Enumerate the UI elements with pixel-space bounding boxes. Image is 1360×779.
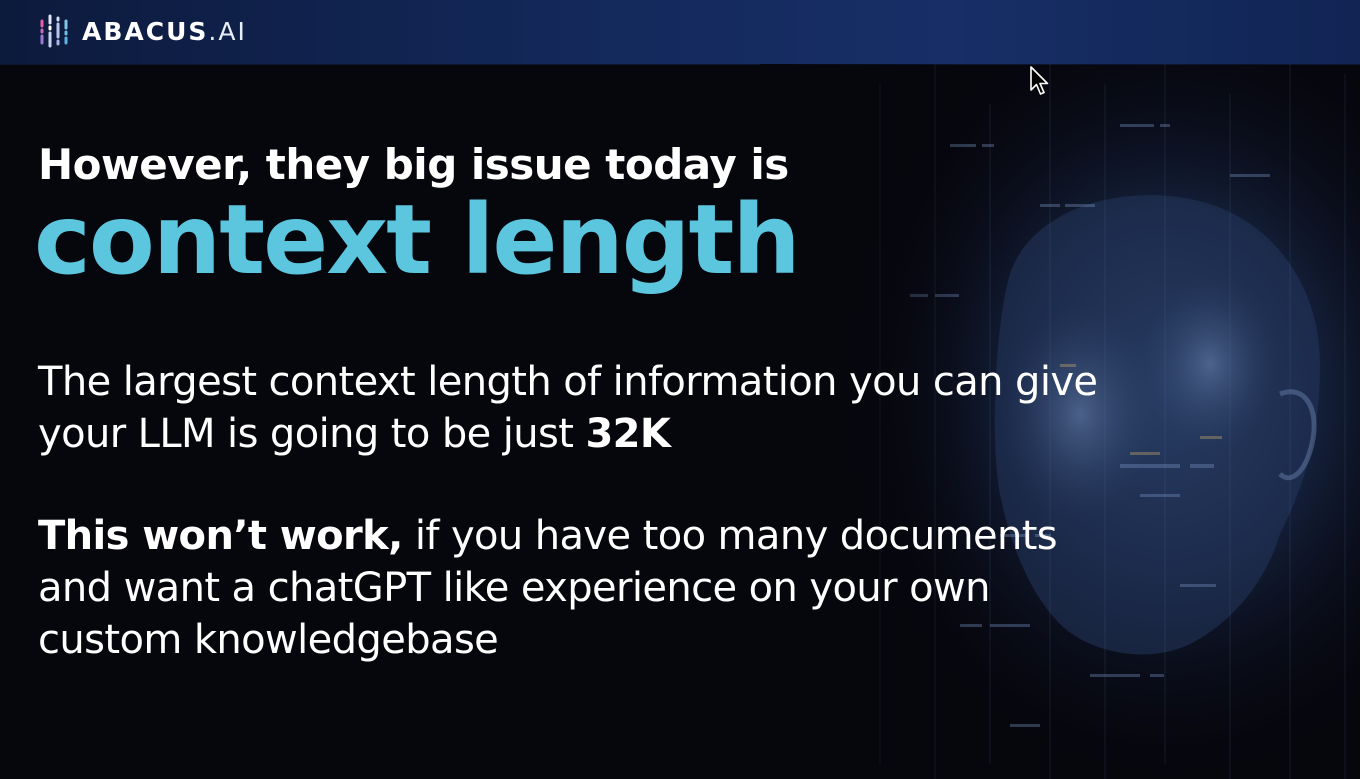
limitation-emphasis: This won’t work, — [38, 513, 403, 559]
brand-name-suffix: .AI — [208, 16, 247, 46]
slide-headline: However, they big issue today is — [38, 140, 789, 189]
context-length-value: 32K — [585, 411, 671, 457]
slide-highlight-title: context length — [34, 184, 801, 296]
abacus-ai-logo: ABACUS.AI — [38, 13, 247, 49]
slide-header-bar: ABACUS.AI — [0, 0, 1360, 65]
arrow-pointer-icon — [1030, 66, 1049, 95]
brand-name: ABACUS.AI — [82, 17, 247, 46]
context-length-paragraph: The largest context length of informatio… — [38, 356, 1138, 460]
brand-name-main: ABACUS — [82, 16, 209, 46]
abacus-bars-icon — [38, 13, 72, 49]
context-length-text: The largest context length of informatio… — [38, 359, 1098, 457]
limitation-paragraph: This won’t work, if you have too many do… — [38, 510, 1138, 666]
presentation-slide: ABACUS.AI However, they big issue today … — [0, 0, 1360, 779]
